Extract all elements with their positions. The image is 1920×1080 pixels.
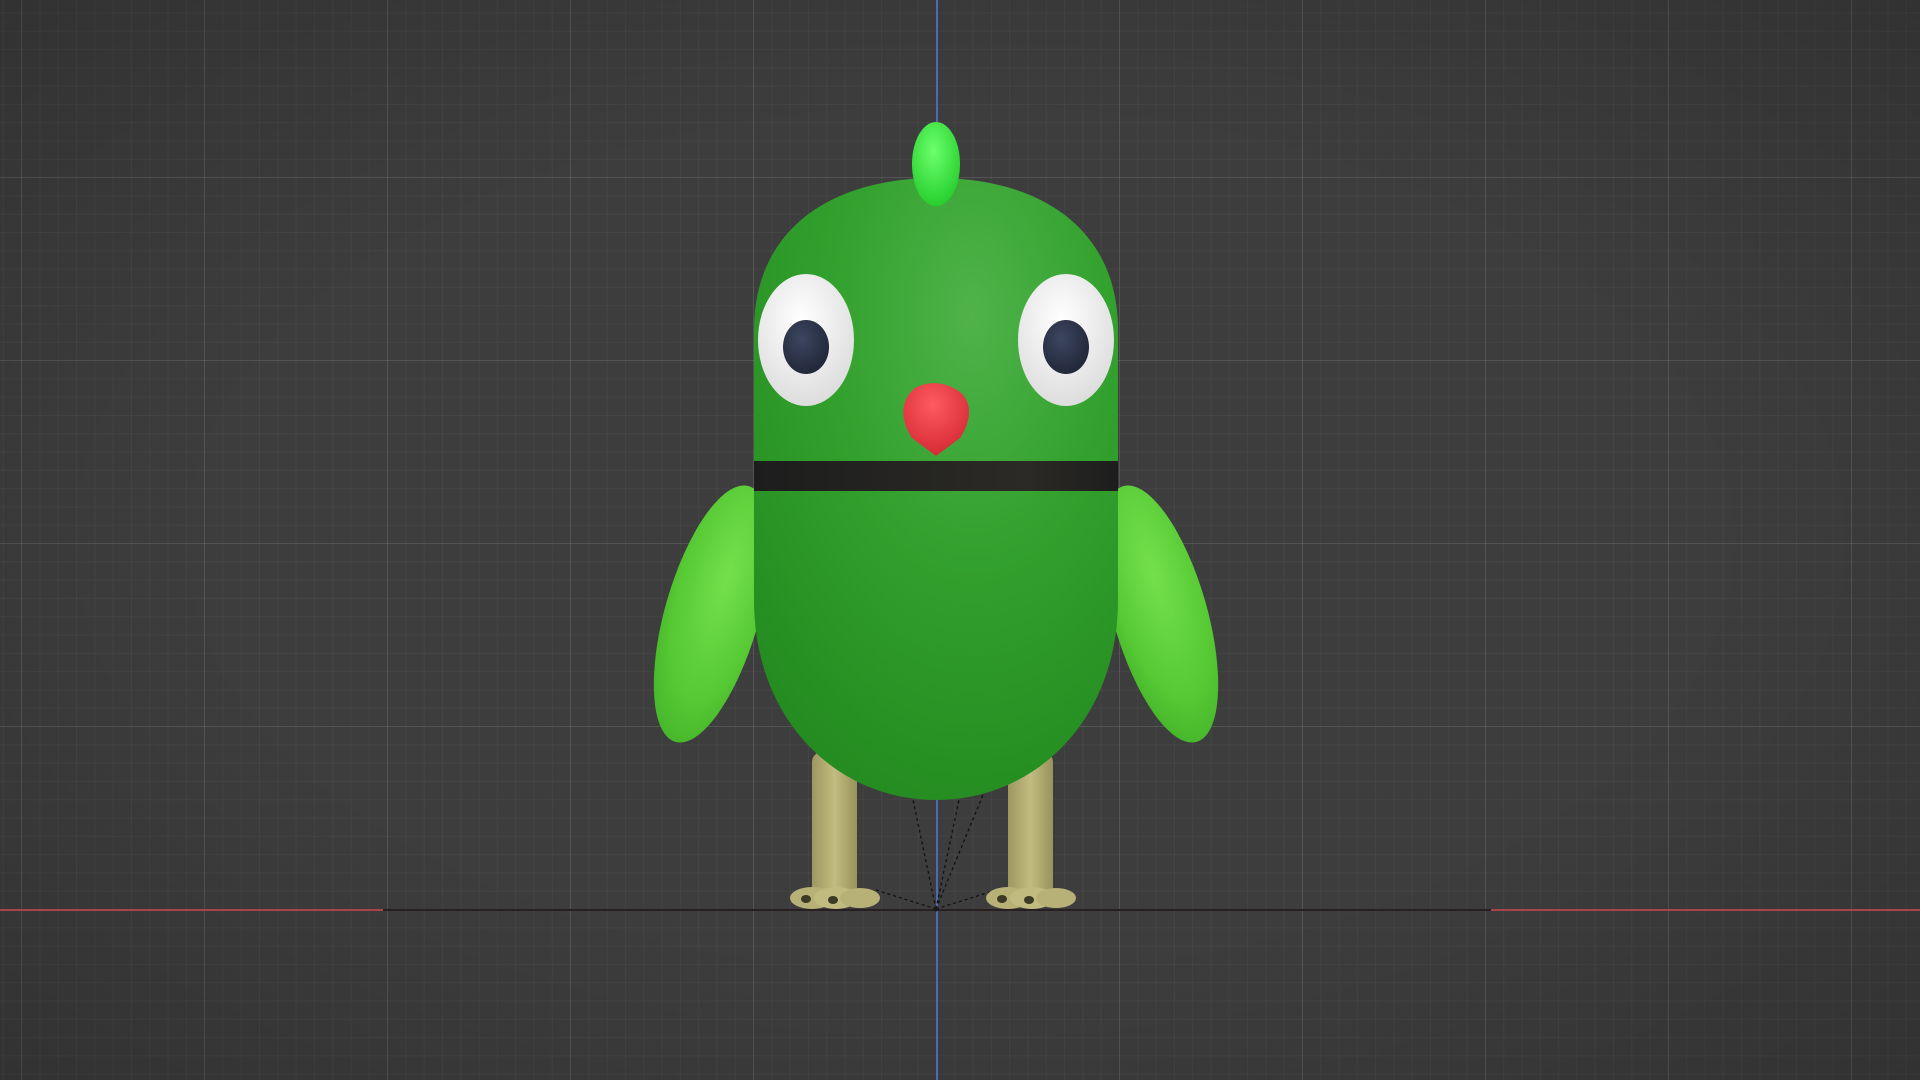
3d-viewport[interactable] [0, 0, 1920, 1080]
eye-right [1018, 274, 1114, 406]
crest [912, 122, 960, 206]
eye-left [758, 274, 854, 406]
collar-band [754, 461, 1118, 491]
armature-rig-lines [875, 789, 997, 910]
bird-character-model[interactable] [0, 0, 1920, 1080]
object-origin-marker [933, 906, 939, 912]
